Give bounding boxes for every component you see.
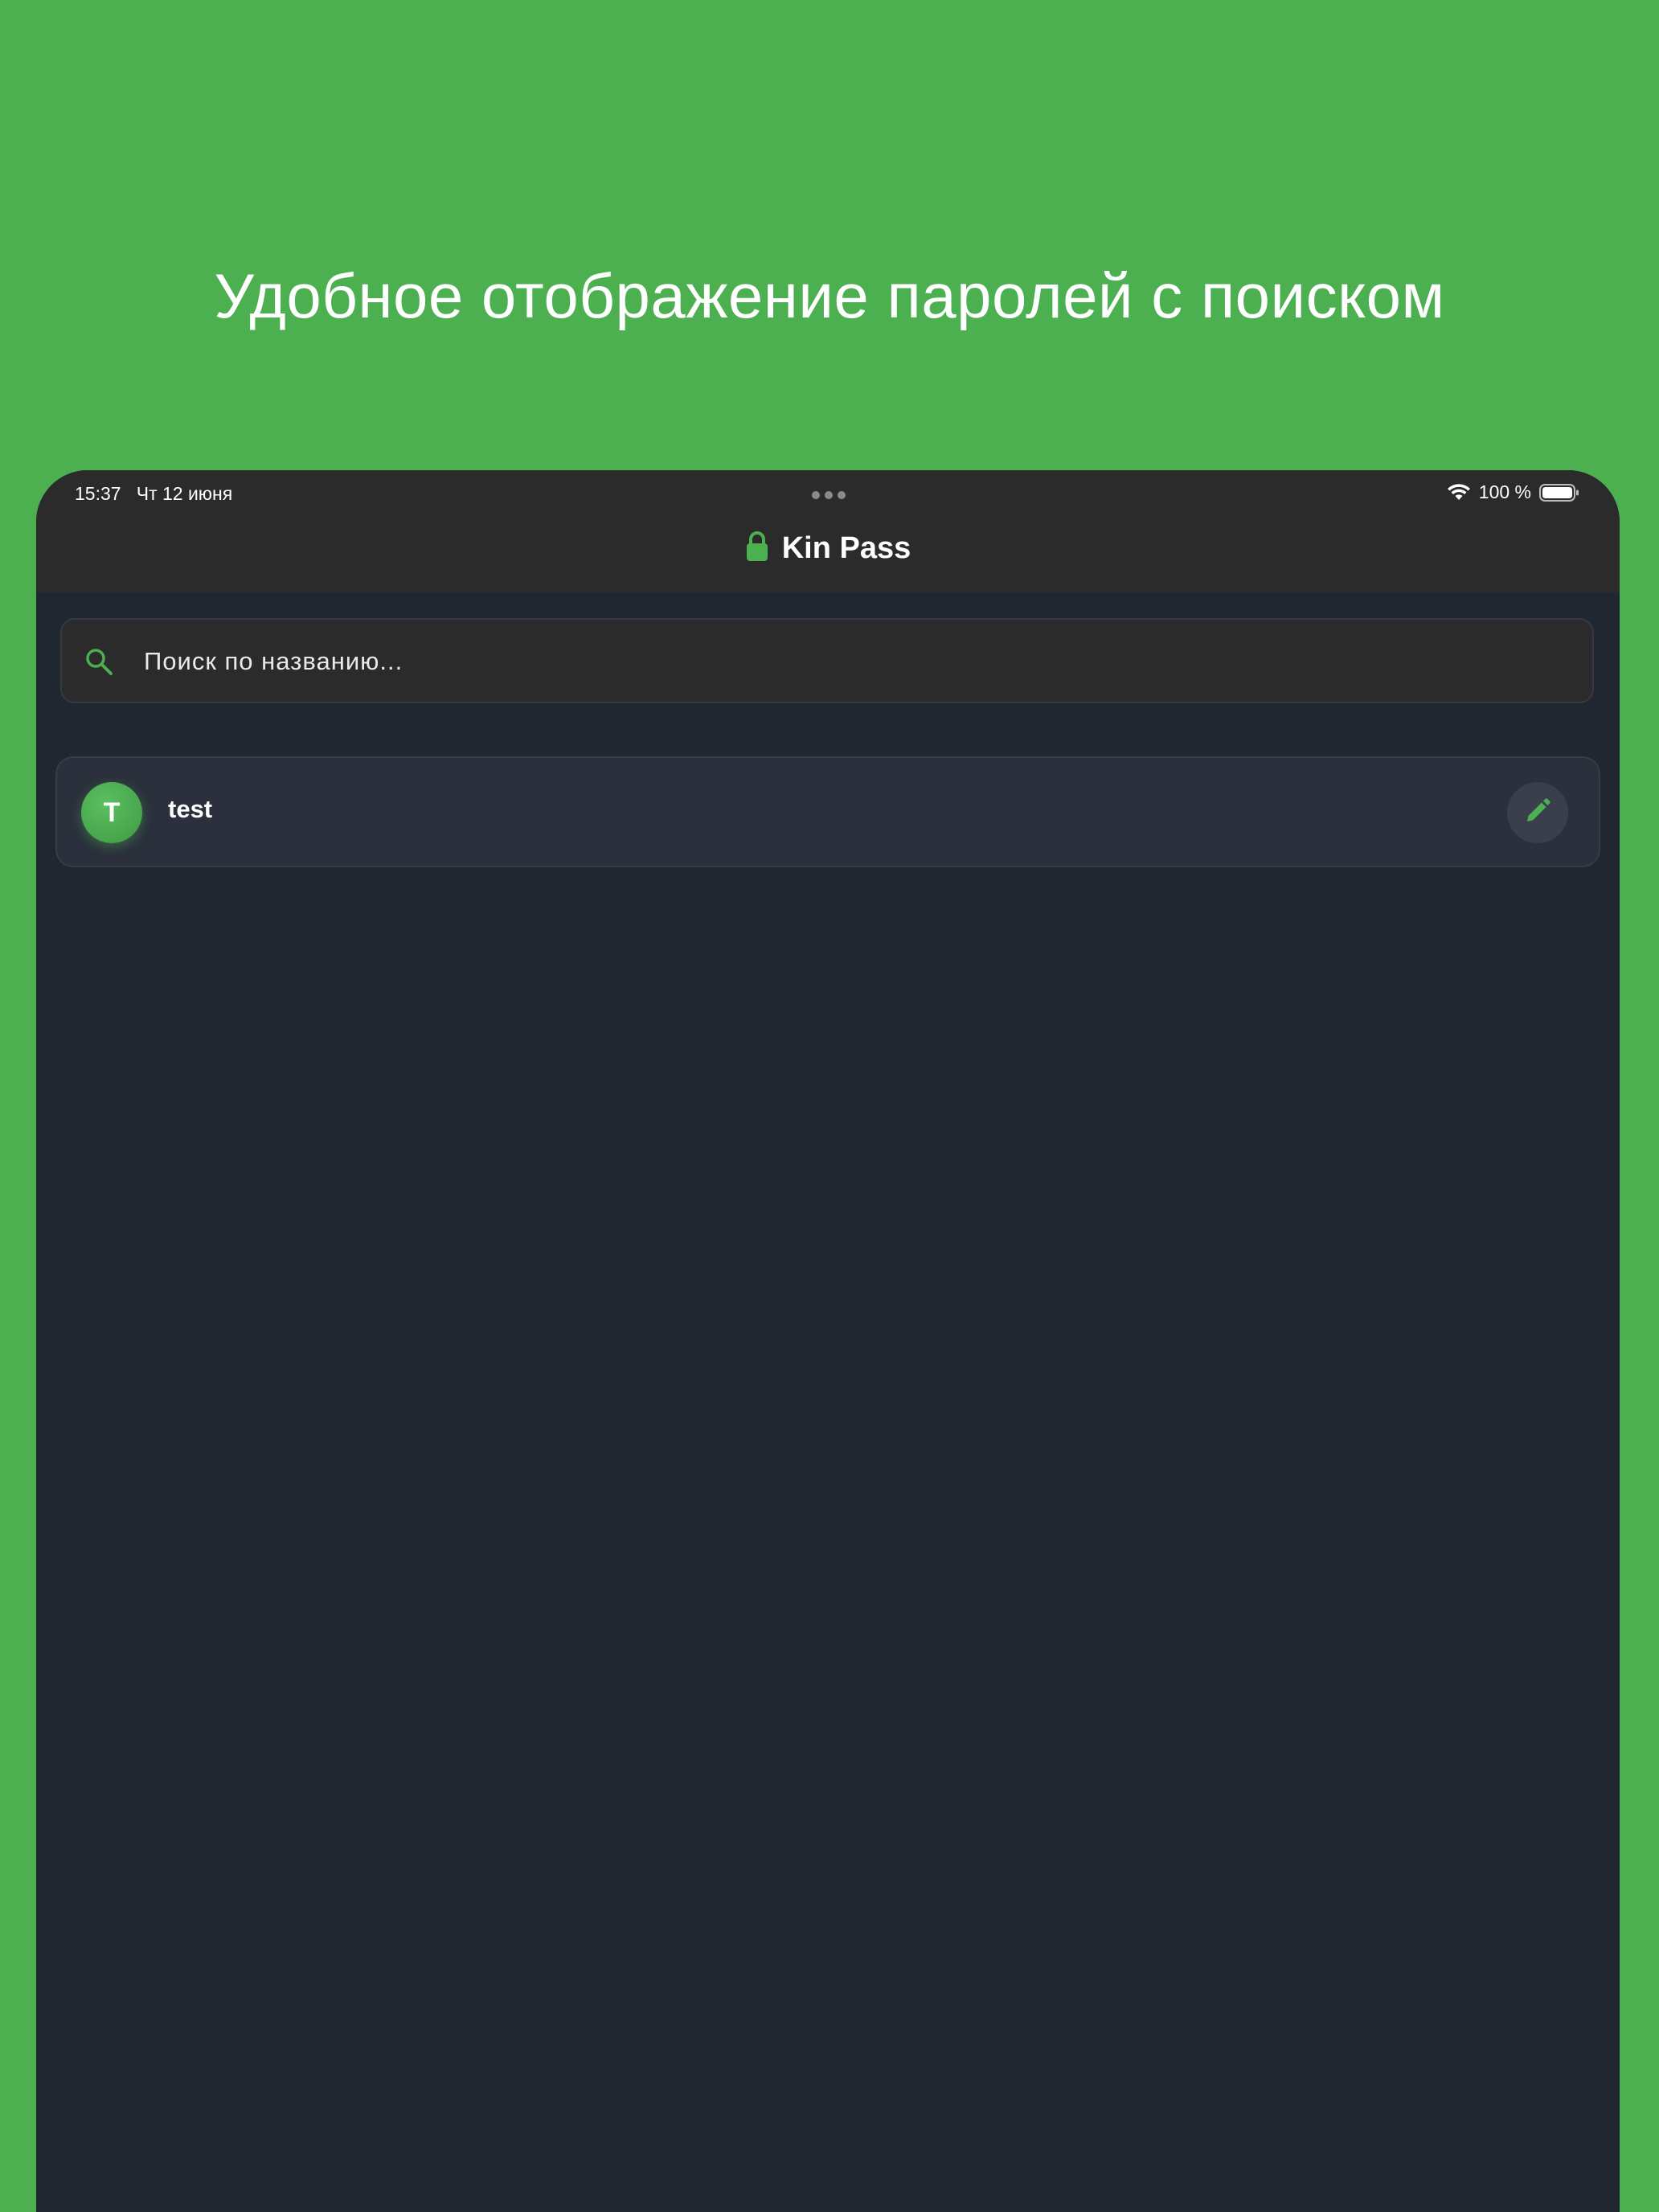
search-bar[interactable] xyxy=(60,618,1594,703)
status-indicators: 100 % xyxy=(1447,481,1579,503)
status-date: Чт 12 июня xyxy=(136,483,233,504)
status-bar: 15:37 Чт 12 июня 100 % xyxy=(36,477,1620,510)
search-icon xyxy=(84,647,115,682)
avatar: T xyxy=(81,782,142,843)
pencil-icon xyxy=(1524,797,1551,829)
edit-button[interactable] xyxy=(1507,782,1568,843)
multitasking-dots-icon[interactable] xyxy=(812,491,846,499)
entry-title: test xyxy=(168,795,213,823)
password-list-item[interactable]: T test xyxy=(55,756,1600,867)
promo-headline: Удобное отображение паролей с поиском xyxy=(214,260,1445,331)
top-bar: 15:37 Чт 12 июня 100 % Kin Pass xyxy=(36,470,1620,592)
status-time: 15:37 xyxy=(75,483,121,504)
promo-page: Удобное отображение паролей с поиском 15… xyxy=(0,0,1659,2212)
search-input[interactable] xyxy=(142,620,1576,703)
app-title: Kin Pass xyxy=(781,530,911,565)
lock-icon xyxy=(745,530,769,567)
battery-percent: 100 % xyxy=(1478,481,1531,502)
app-title-bar: Kin Pass xyxy=(36,528,1620,568)
battery-icon xyxy=(1539,483,1579,502)
device-screen: 15:37 Чт 12 июня 100 % Kin Pass Поиск по… xyxy=(36,470,1620,2212)
wifi-icon xyxy=(1447,483,1471,502)
status-time-date: 15:37 Чт 12 июня xyxy=(75,483,232,505)
